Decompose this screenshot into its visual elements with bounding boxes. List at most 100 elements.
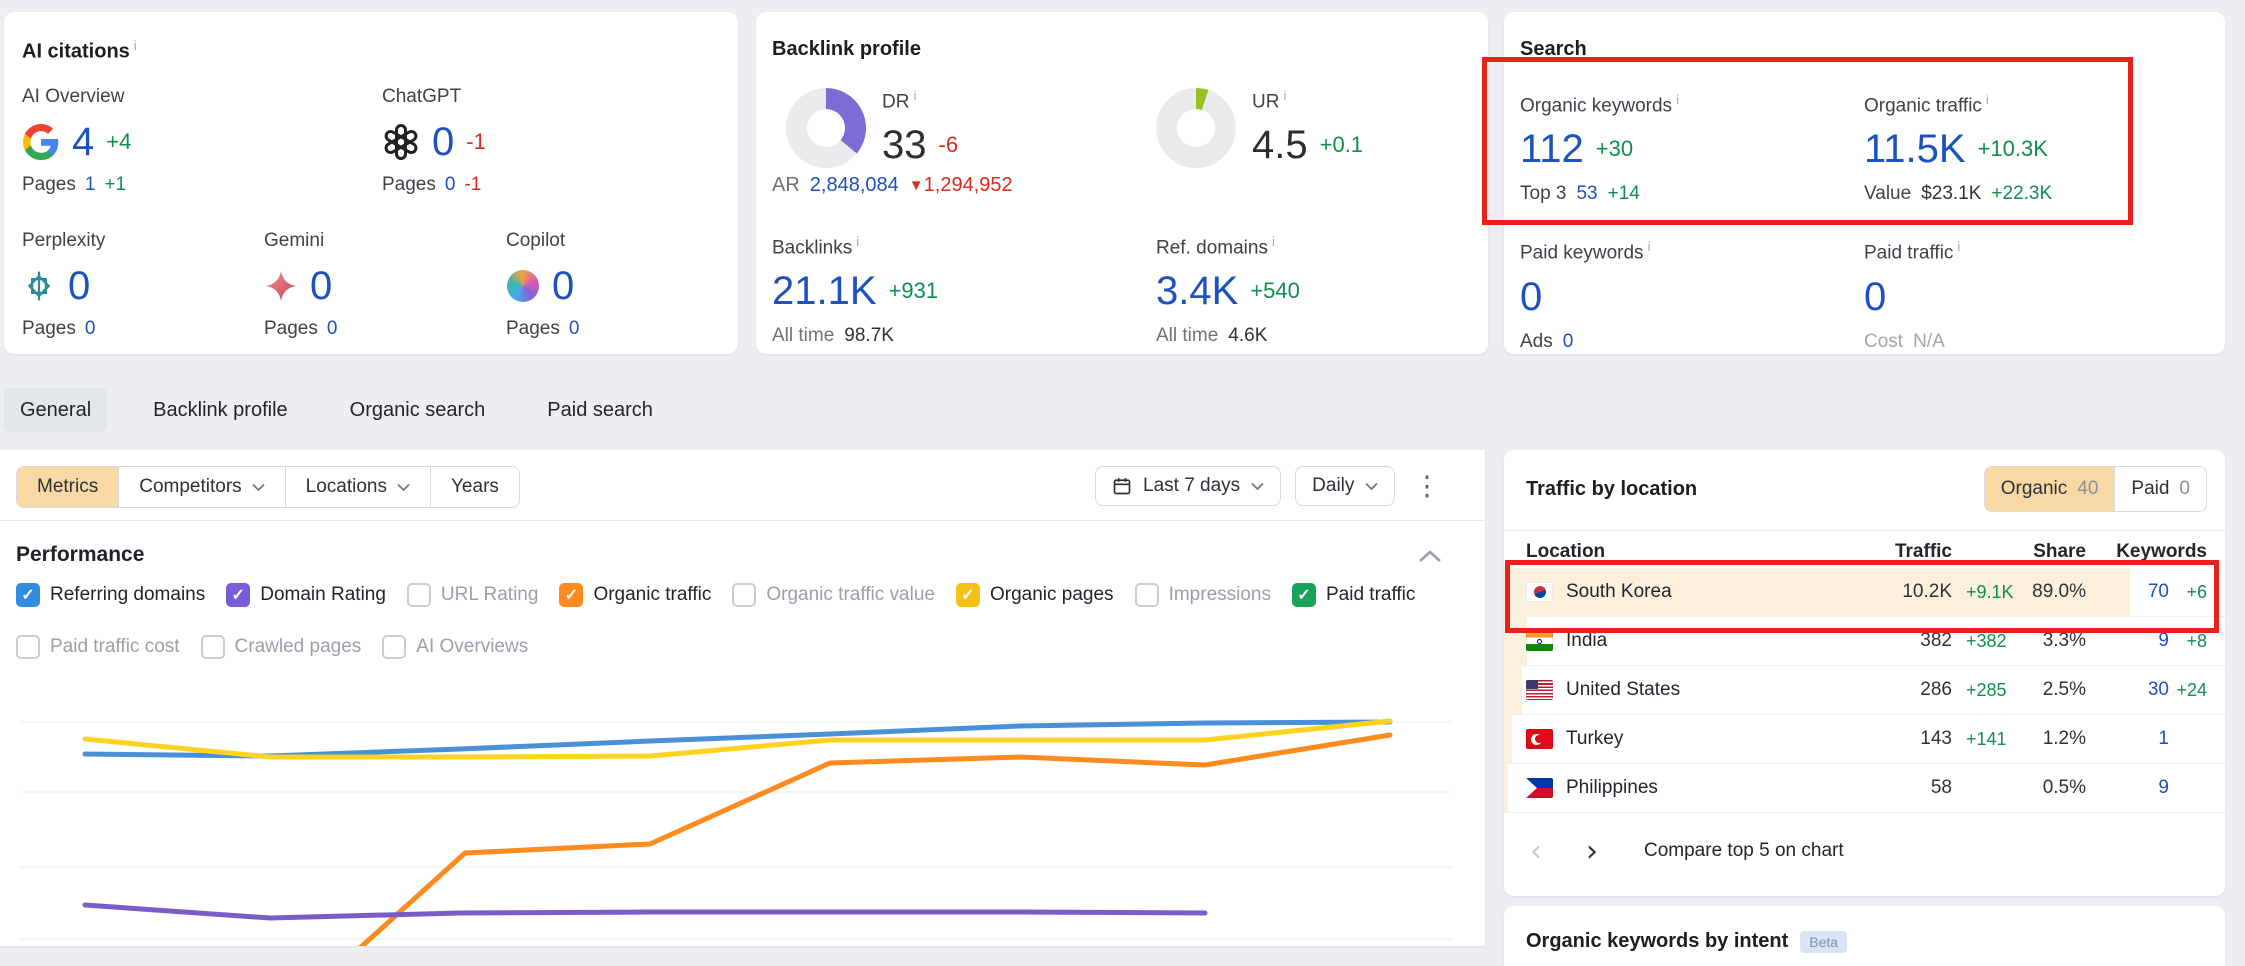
overview-panel: MetricsCompetitorsLocations Years Last 7 …	[0, 450, 1485, 946]
beta-badge: Beta	[1800, 931, 1847, 953]
ai-citations-value[interactable]: 0	[552, 266, 574, 306]
info-icon[interactable]: i	[134, 38, 137, 53]
traffic-by-location-title: Traffic by location	[1526, 478, 1697, 501]
ai-citation-item: ChatGPT0-1Pages0-1	[382, 86, 718, 196]
metric-checkbox-impressions[interactable]: Impressions	[1135, 583, 1271, 607]
metric-checkbox-organic-traffic-value[interactable]: Organic traffic value	[732, 583, 935, 607]
chevron-down-icon	[1365, 482, 1378, 491]
ai-pages-row: Pages0-1	[382, 174, 718, 196]
location-row-in[interactable]: India382+3823.3%9+8	[1504, 617, 2225, 666]
organic-paid-toggle: Organic40Paid0	[1984, 466, 2207, 512]
pages-label: Pages	[22, 318, 76, 340]
pages-value[interactable]: 0	[327, 318, 338, 340]
collapse-chevron-icon[interactable]	[1418, 550, 1442, 568]
location-name-cell: Philippines	[1526, 777, 1826, 799]
ai-source-label: Perplexity	[22, 230, 264, 252]
checkbox-icon: ✓	[226, 583, 250, 607]
location-row-ph[interactable]: Philippines580.5%9	[1504, 764, 2225, 813]
search-metric-value[interactable]: 0	[1864, 277, 1886, 317]
triangle-down-icon: ▼	[909, 177, 924, 194]
traffic-value: 286	[1826, 679, 1952, 701]
ur-value: 4.5	[1252, 125, 1308, 165]
keywords-value[interactable]: 70	[2086, 581, 2169, 603]
toggle-paid[interactable]: Paid0	[2114, 467, 2206, 511]
calendar-icon	[1112, 476, 1132, 496]
segment-competitors[interactable]: Competitors	[118, 467, 284, 507]
segment-metrics[interactable]: Metrics	[17, 467, 118, 507]
icon-wrap	[22, 269, 56, 303]
next-page-chevron-icon[interactable]: ›	[1586, 834, 1598, 870]
domain-rating-donut	[786, 88, 866, 168]
backlink-profile-card: Backlink profile DRi 33-6 AR 2,848,084 ▼…	[756, 12, 1488, 354]
checkbox-icon	[201, 635, 225, 659]
ai-citations-value[interactable]: 0	[432, 122, 454, 162]
pages-value[interactable]: 0	[85, 318, 96, 340]
granularity-button[interactable]: Daily	[1295, 466, 1395, 506]
pages-value[interactable]: 1	[85, 174, 96, 196]
traffic-delta: +382	[1952, 631, 2024, 652]
sub-part[interactable]: 53	[1576, 183, 1597, 205]
location-name: United States	[1566, 679, 1680, 701]
segment-label: Years	[451, 467, 499, 507]
pages-value[interactable]: 0	[569, 318, 580, 340]
info-icon[interactable]: i	[1648, 239, 1651, 254]
tab-backlink-profile[interactable]: Backlink profile	[137, 388, 304, 432]
performance-heading: Performance	[16, 543, 144, 567]
search-metric-value[interactable]: 112	[1520, 129, 1584, 169]
previous-page-chevron-icon[interactable]: ‹	[1530, 834, 1542, 870]
metric-checkbox-row-1: ✓Referring domains ✓Domain Rating URL Rati…	[16, 583, 1415, 607]
ar-value[interactable]: 2,848,084	[810, 174, 899, 197]
info-icon[interactable]: i	[1283, 88, 1286, 103]
location-row-us[interactable]: United States286+2852.5%30+24	[1504, 666, 2225, 715]
traffic-delta: +9.1K	[1952, 582, 2024, 603]
info-icon[interactable]: i	[1676, 92, 1679, 107]
info-icon[interactable]: i	[856, 234, 859, 249]
date-range-button[interactable]: Last 7 days	[1095, 466, 1281, 506]
pages-delta: +1	[104, 174, 126, 196]
metric-checkbox-ai-overviews[interactable]: AI Overviews	[382, 635, 528, 659]
location-row-tr[interactable]: Turkey143+1411.2%1	[1504, 715, 2225, 764]
location-row-cells: United States286+2852.5%30+24	[1526, 666, 2207, 714]
keywords-value[interactable]: 9	[2086, 630, 2169, 652]
info-icon[interactable]: i	[1272, 234, 1275, 249]
metric-checkbox-organic-traffic[interactable]: ✓Organic traffic	[559, 583, 711, 607]
keywords-value[interactable]: 1	[2086, 728, 2169, 750]
info-icon[interactable]: i	[913, 88, 916, 103]
tab-paid-search[interactable]: Paid search	[531, 388, 669, 432]
perplexity-icon	[24, 271, 54, 301]
search-metric-value[interactable]: 0	[1520, 277, 1542, 317]
metric-checkbox-organic-pages[interactable]: ✓Organic pages	[956, 583, 1114, 607]
metric-checkbox-referring-domains[interactable]: ✓Referring domains	[16, 583, 205, 607]
metric-checkbox-domain-rating[interactable]: ✓Domain Rating	[226, 583, 386, 607]
location-row-kr[interactable]: South Korea10.2K+9.1K89.0%70+6	[1504, 568, 2225, 617]
compare-top5-link[interactable]: Compare top 5 on chart	[1644, 840, 1844, 862]
segment-locations[interactable]: Locations	[285, 467, 430, 507]
ai-citations-value[interactable]: 0	[310, 266, 332, 306]
metric-checkbox-crawled-pages[interactable]: Crawled pages	[201, 635, 362, 659]
search-metric-value[interactable]: 11.5K	[1864, 129, 1966, 169]
info-icon[interactable]: i	[1957, 239, 1960, 254]
pages-value[interactable]: 0	[445, 174, 456, 196]
ai-citations-value[interactable]: 0	[68, 266, 90, 306]
ai-citation-item: Copilot0Pages0	[506, 230, 718, 340]
tab-general[interactable]: General	[4, 388, 107, 432]
more-options-kebab-icon[interactable]: ⋮	[1412, 466, 1442, 506]
ref-domains-block: Ref. domainsi 3.4K+540 All time4.6K	[1156, 234, 1300, 347]
toggle-organic[interactable]: Organic40	[1985, 467, 2115, 511]
metric-checkbox-paid-traffic[interactable]: ✓Paid traffic	[1292, 583, 1415, 607]
ref-domains-value[interactable]: 3.4K	[1156, 271, 1238, 311]
checkbox-icon: ✓	[16, 583, 40, 607]
metric-checkbox-url-rating[interactable]: URL Rating	[407, 583, 539, 607]
backlinks-value[interactable]: 21.1K	[772, 271, 877, 311]
info-icon[interactable]: i	[1986, 92, 1989, 107]
segment-years[interactable]: Years	[430, 467, 519, 507]
traffic-value: 382	[1826, 630, 1952, 652]
metric-checkbox-paid-traffic-cost[interactable]: Paid traffic cost	[16, 635, 180, 659]
date-range-label: Last 7 days	[1143, 475, 1240, 497]
keywords-value[interactable]: 9	[2086, 777, 2169, 799]
keywords-value[interactable]: 30	[2086, 679, 2169, 701]
ai-value-row: 0	[264, 266, 506, 306]
ai-citations-value[interactable]: 4	[72, 122, 94, 162]
sub-part[interactable]: 0	[1563, 331, 1574, 353]
tab-organic-search[interactable]: Organic search	[334, 388, 502, 432]
